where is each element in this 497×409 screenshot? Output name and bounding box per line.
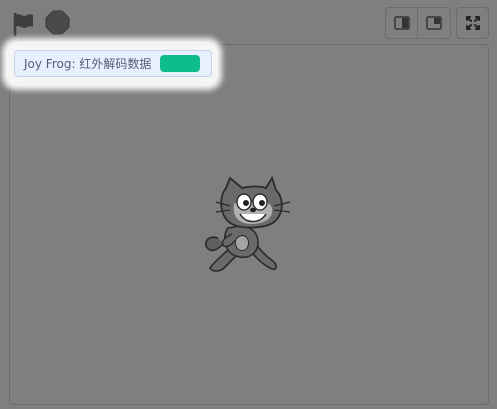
stage-size-toggle xyxy=(385,7,451,39)
cat-sprite[interactable] xyxy=(200,175,300,278)
green-flag-button[interactable] xyxy=(10,10,38,38)
variable-monitor[interactable]: Joy Frog: 红外解码数据 xyxy=(14,50,212,77)
normal-stage-icon xyxy=(426,16,442,30)
monitor-value xyxy=(160,55,201,72)
stop-button[interactable] xyxy=(45,10,70,35)
stop-sign-icon xyxy=(45,10,70,35)
small-stage-icon xyxy=(393,16,410,30)
green-flag-icon xyxy=(13,12,33,37)
cat-icon xyxy=(205,175,291,272)
normal-stage-button[interactable] xyxy=(418,8,450,38)
fullscreen-button[interactable] xyxy=(456,7,489,39)
monitor-label: Joy Frog: 红外解码数据 xyxy=(24,57,152,71)
fullscreen-icon xyxy=(465,16,480,30)
small-stage-button[interactable] xyxy=(386,8,419,38)
stage-toolbar xyxy=(0,0,497,44)
